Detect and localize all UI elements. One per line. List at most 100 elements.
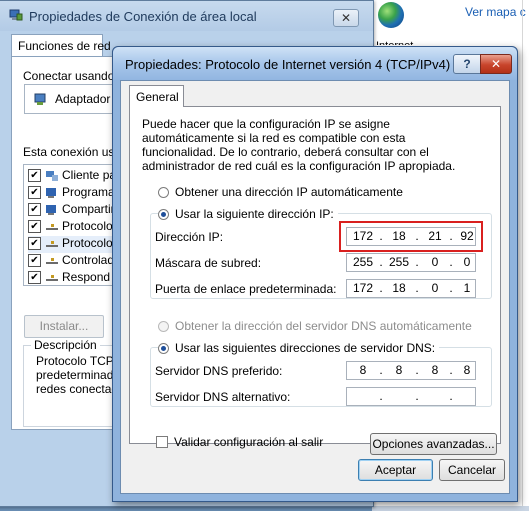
list-item[interactable]: ✔ Protocolo — [28, 219, 113, 236]
checkbox[interactable]: ✔ — [28, 203, 41, 217]
tab-network-functions[interactable]: Funciones de red — [11, 34, 111, 56]
ip-auto-radio[interactable]: Obtener una dirección IP automáticamente — [158, 185, 403, 199]
radio-button[interactable] — [158, 208, 169, 220]
list-item[interactable]: ✔ Programa — [28, 185, 115, 202]
ip-octet: 8 — [395, 363, 403, 377]
subnet-label: Máscara de subred: — [155, 256, 262, 270]
help-button[interactable]: ? — [453, 54, 481, 74]
radio-label: Usar las siguientes direcciones de servi… — [175, 341, 436, 355]
ip-octet: 0 — [431, 255, 439, 269]
dialog-title: Propiedades: Protocolo de Internet versi… — [125, 57, 451, 72]
checkbox[interactable]: ✔ — [28, 220, 41, 234]
install-button[interactable]: Instalar... — [24, 315, 104, 338]
dns-preferred-label: Servidor DNS preferido: — [155, 364, 283, 378]
dialog-titlebar: Propiedades: Protocolo de Internet versi… — [113, 47, 517, 80]
responder-icon — [46, 274, 58, 281]
octet-separator: . — [449, 389, 453, 403]
checkbox[interactable]: ✔ — [28, 186, 41, 200]
list-item-label: Protocolo — [62, 219, 113, 233]
advanced-options-button[interactable]: Opciones avanzadas... — [370, 433, 497, 455]
intro-text: Puede hacer que la configuración IP se a… — [142, 117, 456, 173]
gateway-field[interactable]: 172 . 18 . 0 . 1 — [346, 279, 476, 298]
list-item-label: Respond — [62, 270, 111, 284]
octet-separator: . — [379, 281, 383, 295]
sharing-icon — [46, 204, 56, 215]
radio-label: Obtener la dirección del servidor DNS au… — [175, 319, 472, 333]
window-titlebar: Propiedades de Conexión de área local ✕ — [0, 1, 373, 31]
octet-separator: . — [415, 363, 419, 377]
close-button[interactable]: ✕ — [333, 9, 359, 27]
ipv4-properties-dialog: Propiedades: Protocolo de Internet versi… — [112, 46, 518, 502]
driver-icon — [46, 257, 58, 264]
view-map-link[interactable]: Ver mapa c — [465, 5, 526, 19]
dns-alternate-label: Servidor DNS alternativo: — [155, 390, 291, 404]
radio-label: Usar la siguiente dirección IP: — [175, 207, 334, 221]
octet-separator: . — [415, 255, 419, 269]
ip-octet: 8 — [431, 363, 439, 377]
radio-button[interactable] — [158, 320, 169, 332]
list-item[interactable]: ✔ Controlad — [28, 253, 114, 270]
protocol-icon — [46, 240, 58, 247]
radio-button[interactable] — [158, 186, 169, 198]
ip-octet: 1 — [463, 281, 471, 295]
list-item-label: Programa — [62, 185, 115, 199]
description-title: Descripción — [31, 338, 100, 352]
dns-preferred-field[interactable]: 8 . 8 . 8 . 8 — [346, 361, 476, 380]
dns-alternate-field[interactable]: . . . — [346, 387, 476, 406]
list-item-label: Protocolo — [62, 236, 113, 250]
ip-octet: 255 — [352, 255, 374, 269]
validate-on-exit-checkbox[interactable]: Validar configuración al salir — [156, 435, 323, 449]
list-item-label: Controlad — [62, 253, 115, 267]
window-title: Propiedades de Conexión de área local — [29, 9, 257, 24]
close-button[interactable]: ✕ — [480, 54, 512, 74]
radio-button[interactable] — [158, 342, 169, 354]
octet-separator: . — [379, 363, 383, 377]
checkbox[interactable]: ✔ — [28, 169, 41, 183]
network-adapter-icon — [34, 93, 46, 105]
ip-octet: 0 — [463, 255, 471, 269]
list-item-label: Compartir — [62, 202, 115, 216]
divider — [522, 0, 523, 511]
list-item[interactable]: ✔ Compartir — [28, 202, 115, 219]
ip-octet: 18 — [392, 281, 406, 295]
list-item[interactable]: ✔ Respond — [28, 270, 111, 285]
network-globe-icon — [378, 2, 404, 28]
general-panel: Puede hacer que la configuración IP se a… — [129, 106, 501, 455]
ok-button[interactable]: Aceptar — [358, 459, 433, 481]
list-item-label: Cliente pa — [62, 168, 117, 182]
octet-separator: . — [379, 389, 383, 403]
ip-octet: 8 — [463, 363, 471, 377]
checkbox[interactable]: ✔ — [28, 237, 41, 251]
octet-separator: . — [415, 281, 419, 295]
client-icon — [46, 170, 58, 181]
checkbox[interactable]: ✔ — [28, 271, 41, 285]
list-item[interactable]: ✔ Protocolo — [28, 236, 113, 253]
network-connection-icon — [9, 9, 23, 21]
connect-using-label: Conectar usando: — [23, 69, 118, 83]
ip-manual-radio[interactable]: Usar la siguiente dirección IP: — [158, 207, 338, 221]
checkbox[interactable]: ✔ — [28, 254, 41, 268]
radio-label: Obtener una dirección IP automáticamente — [175, 185, 403, 199]
ip-address-label: Dirección IP: — [155, 230, 224, 244]
dialog-body: General Puede hacer que la configuración… — [120, 80, 510, 494]
ip-octet: 172 — [352, 281, 374, 295]
ip-octet: 255 — [388, 255, 410, 269]
subnet-field[interactable]: 255 . 255 . 0 . 0 — [346, 253, 476, 272]
ip-octet: 8 — [359, 363, 367, 377]
gateway-label: Puerta de enlace predeterminada: — [155, 282, 337, 296]
ip-address-highlight-box — [339, 221, 483, 252]
items-label: Esta conexión usa — [23, 145, 122, 159]
checkbox[interactable] — [156, 436, 168, 448]
list-item[interactable]: ✔ Cliente pa — [28, 168, 116, 185]
service-icon — [46, 187, 56, 198]
ip-octet: 0 — [431, 281, 439, 295]
protocol-icon — [46, 223, 58, 230]
tab-general[interactable]: General — [129, 85, 184, 107]
dns-auto-radio[interactable]: Obtener la dirección del servidor DNS au… — [158, 319, 472, 333]
octet-separator: . — [379, 255, 383, 269]
dns-manual-radio[interactable]: Usar las siguientes direcciones de servi… — [158, 341, 440, 355]
octet-separator: . — [415, 389, 419, 403]
cancel-button[interactable]: Cancelar — [439, 459, 505, 481]
taskbar-strip — [372, 506, 529, 511]
checkbox-label: Validar configuración al salir — [174, 435, 324, 449]
